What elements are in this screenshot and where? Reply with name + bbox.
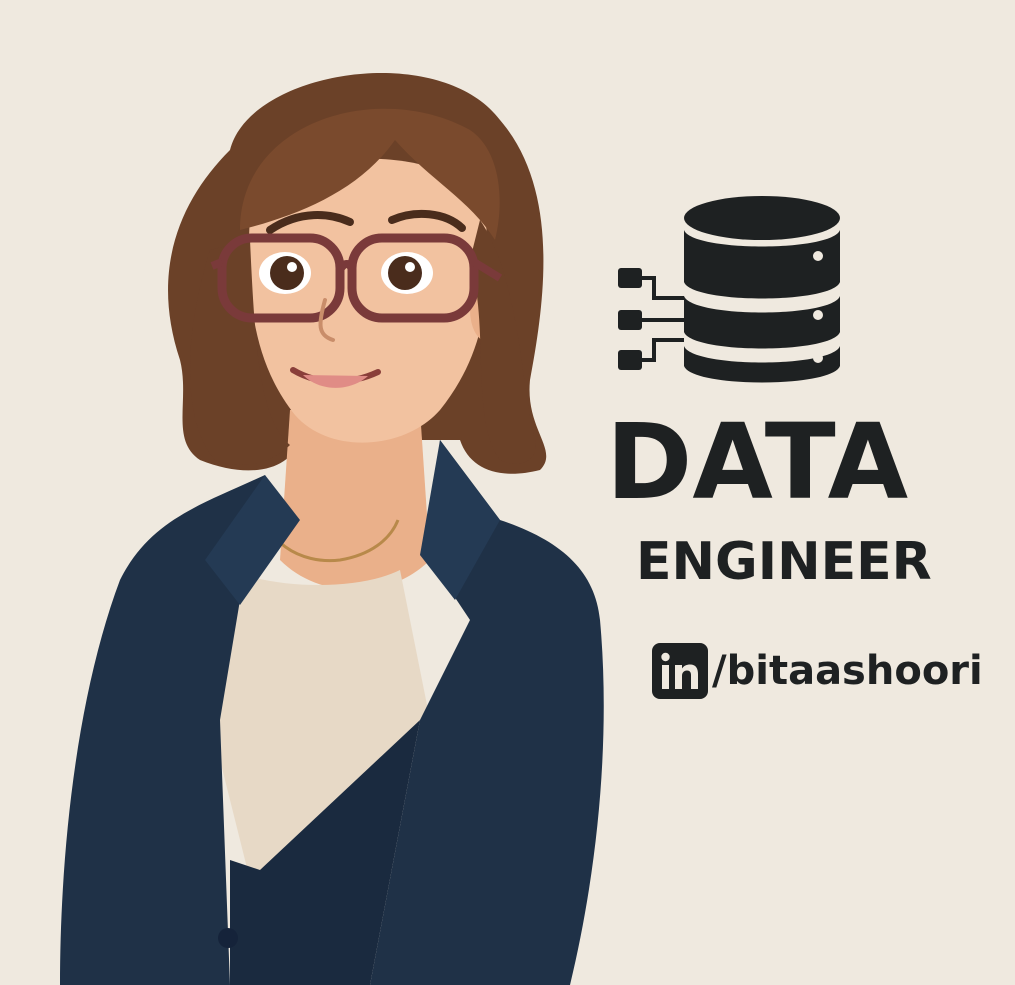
linkedin-handle-row[interactable]: /bitaashoori bbox=[652, 643, 983, 699]
title-data: DATA bbox=[606, 401, 909, 523]
linkedin-handle-text[interactable]: /bitaashoori bbox=[712, 651, 983, 691]
linkedin-icon[interactable] bbox=[652, 643, 708, 699]
title-engineer: ENGINEER bbox=[636, 532, 932, 592]
avatar-card: DATA ENGINEER /bitaashoori bbox=[0, 0, 1015, 985]
database-server-icon bbox=[618, 196, 840, 383]
